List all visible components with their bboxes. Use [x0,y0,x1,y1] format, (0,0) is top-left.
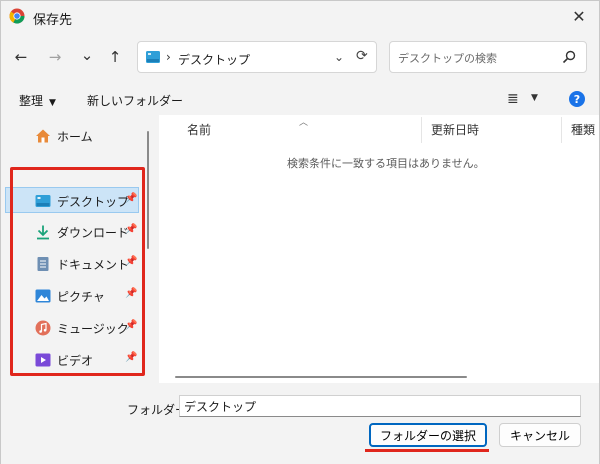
document-icon [37,257,49,271]
address-dropdown-icon[interactable]: ⌄ [334,50,344,64]
navigation-pane: ホーム デスクトップ 📌 ダウンロード 📌 ドキュメント 📌 ピクチャ 📌 ミュ… [1,115,157,383]
empty-message: 検索条件に一致する項目はありません。 [287,157,485,170]
sidebar-item-label: デスクトップ [57,195,130,209]
pin-icon: 📌 [125,288,138,299]
annotation-underline [365,449,489,452]
file-list: ︿ 名前 更新日時 種類 検索条件に一致する項目はありません。 [159,115,599,383]
sidebar-item-music[interactable]: ミュージック 📌 [1,315,141,341]
column-divider [421,117,422,143]
address-bar[interactable]: › デスクトップ ⌄ ⟳ [137,41,377,73]
close-button[interactable]: ✕ [567,5,591,27]
sidebar-item-label: ホーム [57,130,93,144]
desktop-icon [35,195,51,207]
help-icon: ? [573,92,581,106]
recent-locations-button[interactable]: ⌄ [77,45,97,65]
cancel-button[interactable]: キャンセル [499,423,581,447]
column-header-type[interactable]: 種類 [571,121,595,138]
command-bar: 整理 ▼ 新しいフォルダー ≣ ▼ ? [1,87,599,113]
sidebar-item-label: ビデオ [57,354,94,368]
video-icon [35,353,51,367]
view-options-icon[interactable]: ≣ [507,91,519,107]
sidebar-item-desktop[interactable]: デスクトップ 📌 [5,187,139,213]
forward-button[interactable]: → [45,47,65,67]
sidebar-scrollbar[interactable] [147,131,149,249]
search-input[interactable] [398,49,558,67]
sidebar-item-home[interactable]: ホーム [1,123,141,149]
pin-icon: 📌 [125,193,138,204]
sidebar-item-pictures[interactable]: ピクチャ 📌 [1,283,141,309]
pictures-icon [35,289,51,303]
pin-icon: 📌 [125,256,138,267]
desktop-folder-icon [146,51,160,63]
view-caret-icon[interactable]: ▼ [531,93,538,103]
horizontal-scrollbar[interactable] [175,376,467,378]
up-button[interactable]: ↑ [105,47,125,67]
select-folder-button[interactable]: フォルダーの選択 [369,423,487,447]
save-dialog: 保存先 ✕ ← → ⌄ ↑ › デスクトップ ⌄ ⟳ デスクトップの検索 整理 … [0,0,600,464]
organize-label: 整理 [19,94,44,108]
sort-indicator-icon: ︿ [299,118,309,128]
forward-arrow-icon: → [48,48,62,66]
column-header-modified[interactable]: 更新日時 [431,121,479,138]
search-icon[interactable] [562,50,576,64]
music-icon [35,320,51,336]
breadcrumb[interactable]: デスクトップ [178,51,250,68]
column-divider [561,117,562,143]
organize-button[interactable]: 整理 ▼ [19,92,56,109]
up-arrow-icon: ↑ [108,48,122,66]
pin-icon: 📌 [125,352,138,363]
chevron-down-icon: ⌄ [80,46,94,64]
sidebar-item-label: ピクチャ [57,290,105,304]
close-icon: ✕ [572,6,586,26]
new-folder-button[interactable]: 新しいフォルダー [87,92,183,109]
breadcrumb-chevron-icon: › [166,50,171,64]
new-folder-label: 新しいフォルダー [87,94,184,108]
sidebar-item-label: ドキュメント [57,258,130,272]
column-header-name[interactable]: 名前 [187,121,211,138]
sidebar-item-documents[interactable]: ドキュメント 📌 [1,251,141,277]
back-button[interactable]: ← [11,47,31,67]
sidebar-item-videos[interactable]: ビデオ 📌 [1,347,141,373]
dialog-footer: フォルダー: フォルダーの選択 キャンセル [1,383,599,464]
search-box[interactable] [389,41,587,73]
pin-icon: 📌 [125,320,138,331]
pin-icon: 📌 [125,224,138,235]
refresh-icon[interactable]: ⟳ [356,48,368,64]
title-bar: 保存先 ✕ [1,1,599,31]
sidebar-item-downloads[interactable]: ダウンロード 📌 [1,219,141,245]
chrome-icon [9,8,25,24]
folder-name-input[interactable] [179,395,581,417]
sidebar-item-label: ミュージック [57,322,129,336]
download-icon [37,225,49,240]
navigation-bar: ← → ⌄ ↑ › デスクトップ ⌄ ⟳ [1,39,599,75]
caret-down-icon: ▼ [49,98,56,108]
back-arrow-icon: ← [14,48,28,66]
help-button[interactable]: ? [569,91,585,107]
sidebar-item-label: ダウンロード [57,226,130,240]
home-icon [36,129,50,143]
window-title: 保存先 [33,13,73,28]
